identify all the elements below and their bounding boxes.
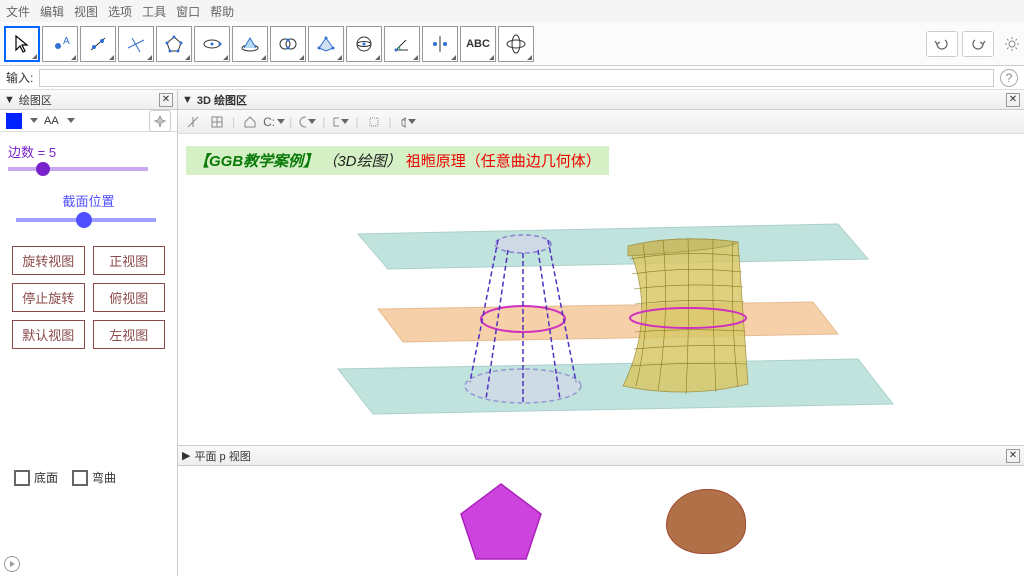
text-style[interactable]: AA bbox=[44, 115, 59, 127]
view3d-title: 3D 绘图区 bbox=[197, 92, 247, 108]
menu-window[interactable]: 窗口 bbox=[176, 3, 200, 20]
collapse-3d-icon[interactable]: ▼ bbox=[182, 94, 193, 106]
menu-view[interactable]: 视图 bbox=[74, 3, 98, 20]
btn-stop-rotate[interactable]: 停止旋转 bbox=[12, 283, 85, 312]
slider-edges[interactable] bbox=[8, 167, 148, 171]
projection-icon[interactable] bbox=[365, 113, 383, 131]
style-bar: AA bbox=[0, 110, 177, 132]
menu-edit[interactable]: 编辑 bbox=[40, 3, 64, 20]
left-panel: ▼ 绘图区 ✕ AA 边数 = 5 截面位置 旋转视图 正视图 停止旋转 俯视图… bbox=[0, 90, 178, 576]
tool-move[interactable] bbox=[4, 26, 40, 62]
settings-gear-icon[interactable] bbox=[1004, 36, 1020, 52]
grid-toggle[interactable] bbox=[208, 113, 226, 131]
graphics-panel-header: ▼ 绘图区 ✕ bbox=[0, 90, 177, 110]
3d-canvas[interactable]: 【GGB教学案例】 （3D绘图） 祖暅原理（任意曲边几何体） bbox=[178, 134, 1024, 445]
home-icon[interactable] bbox=[241, 113, 259, 131]
close-3d-panel[interactable]: ✕ bbox=[1006, 93, 1020, 107]
btn-top-view[interactable]: 俯视图 bbox=[93, 283, 166, 312]
help-icon[interactable]: ? bbox=[1000, 69, 1018, 87]
tool-intersect-curve[interactable] bbox=[232, 26, 268, 62]
pin-icon[interactable] bbox=[149, 110, 171, 132]
tool-intersect-two[interactable] bbox=[270, 26, 306, 62]
view-cube-icon[interactable] bbox=[398, 113, 416, 131]
btn-rotate-view[interactable]: 旋转视图 bbox=[12, 246, 85, 275]
checkbox-base[interactable] bbox=[14, 470, 30, 486]
tool-point[interactable]: A bbox=[42, 26, 78, 62]
btn-default-view[interactable]: 默认视图 bbox=[12, 320, 85, 349]
tool-reflect[interactable] bbox=[422, 26, 458, 62]
redo-button[interactable] bbox=[962, 31, 994, 57]
tool-polygon[interactable] bbox=[156, 26, 192, 62]
checkbox-curved[interactable] bbox=[72, 470, 88, 486]
close-graphics-panel[interactable]: ✕ bbox=[159, 93, 173, 107]
menu-file[interactable]: 文件 bbox=[6, 3, 30, 20]
input-bar: 输入: ? bbox=[0, 66, 1024, 90]
menubar: 文件 编辑 视图 选项 工具 窗口 帮助 bbox=[0, 0, 1024, 22]
tool-text[interactable]: ABC bbox=[460, 26, 496, 62]
play-animation[interactable] bbox=[4, 556, 20, 572]
btn-front-view[interactable]: 正视图 bbox=[93, 246, 166, 275]
color-picker[interactable] bbox=[6, 113, 22, 129]
lesson-title-banner: 【GGB教学案例】 （3D绘图） 祖暅原理（任意曲边几何体） bbox=[186, 146, 609, 175]
main-toolbar: A ABC bbox=[0, 22, 1024, 66]
3d-scene bbox=[178, 174, 1008, 454]
command-input[interactable] bbox=[39, 69, 994, 87]
view3d-toolbar: | C: | | | | bbox=[178, 110, 1024, 134]
graphics-view[interactable]: 边数 = 5 截面位置 旋转视图 正视图 停止旋转 俯视图 默认视图 左视图 底… bbox=[0, 132, 177, 576]
tool-angle[interactable] bbox=[384, 26, 420, 62]
tool-sphere[interactable] bbox=[346, 26, 382, 62]
plane-canvas[interactable] bbox=[178, 466, 1024, 576]
pentagon-shape bbox=[456, 479, 546, 564]
checkbox-base-label: 底面 bbox=[34, 469, 58, 486]
tool-perpendicular[interactable] bbox=[118, 26, 154, 62]
checkbox-curved-label: 弯曲 bbox=[92, 469, 116, 486]
undo-button[interactable] bbox=[926, 31, 958, 57]
view3d-header: ▼ 3D 绘图区 ✕ bbox=[178, 90, 1024, 110]
slider-section-label: 截面位置 bbox=[8, 191, 169, 210]
collapse-icon[interactable]: ▼ bbox=[4, 94, 15, 106]
slider-section[interactable] bbox=[16, 218, 156, 222]
svg-text:A: A bbox=[63, 36, 70, 47]
graphics-panel-title: 绘图区 bbox=[19, 92, 52, 108]
menu-options[interactable]: 选项 bbox=[108, 3, 132, 20]
tool-rotate-view[interactable] bbox=[498, 26, 534, 62]
menu-tools[interactable]: 工具 bbox=[142, 3, 166, 20]
btn-left-view[interactable]: 左视图 bbox=[93, 320, 166, 349]
toolbar-right bbox=[926, 31, 1020, 57]
slider-edges-label: 边数 = 5 bbox=[8, 142, 169, 161]
tool-line[interactable] bbox=[80, 26, 116, 62]
tool-plane[interactable] bbox=[308, 26, 344, 62]
rotate-icon[interactable] bbox=[298, 113, 316, 131]
input-label: 输入: bbox=[6, 69, 33, 86]
close-planeview[interactable]: ✕ bbox=[1006, 449, 1020, 463]
snap-icon[interactable]: C: bbox=[265, 113, 283, 131]
menu-help[interactable]: 帮助 bbox=[210, 3, 234, 20]
axes-toggle[interactable] bbox=[184, 113, 202, 131]
clipping-icon[interactable] bbox=[331, 113, 349, 131]
tool-circle[interactable] bbox=[194, 26, 230, 62]
blob-shape bbox=[666, 489, 746, 554]
